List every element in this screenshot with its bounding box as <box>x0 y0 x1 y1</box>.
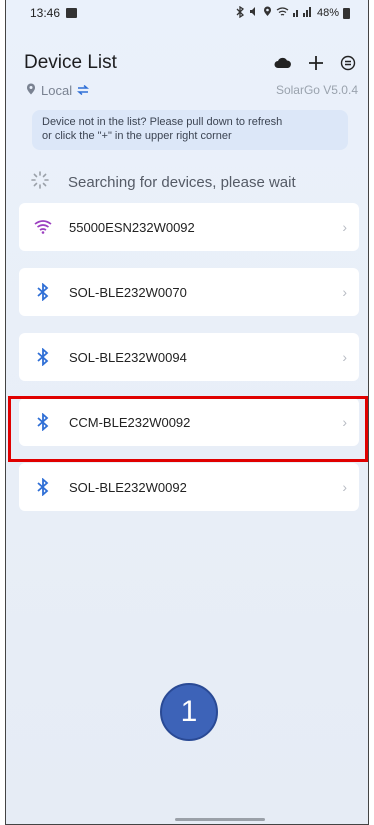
step-number-badge: 1 <box>160 683 218 741</box>
chevron-right-icon: › <box>342 479 347 495</box>
device-item[interactable]: SOL-BLE232W0094 › <box>19 333 359 381</box>
chevron-right-icon: › <box>342 284 347 300</box>
hint-line-2: or click the "+" in the upper right corn… <box>42 130 232 142</box>
device-name: 55000ESN232W0092 <box>69 219 195 235</box>
device-item[interactable]: SOL-BLE232W0070 › <box>19 268 359 316</box>
chevron-right-icon: › <box>342 219 347 235</box>
location-label: Local <box>41 82 73 98</box>
bluetooth-status-icon <box>235 5 245 21</box>
refresh-hint: Device not in the list? Please pull down… <box>32 110 348 150</box>
mute-icon <box>249 6 259 20</box>
status-time: 13:46 <box>30 6 61 20</box>
loading-spinner-icon <box>30 170 50 194</box>
device-name: CCM-BLE232W0092 <box>69 414 191 430</box>
page-title: Device List <box>24 52 117 73</box>
message-icon <box>66 8 78 18</box>
battery-percent: 48% <box>316 7 339 19</box>
searching-text: Searching for devices, please wait <box>68 173 296 191</box>
device-name: SOL-BLE232W0070 <box>69 284 187 300</box>
signal-icon <box>292 6 313 20</box>
battery-icon <box>343 7 350 19</box>
location-status-icon <box>263 6 272 20</box>
app-version: SolarGo V5.0.4 <box>275 83 358 97</box>
bluetooth-icon <box>33 283 53 301</box>
bluetooth-icon <box>33 413 53 431</box>
bluetooth-icon <box>33 348 53 366</box>
add-device-icon[interactable] <box>308 55 324 71</box>
device-item[interactable]: CCM-BLE232W0092 › <box>19 398 359 446</box>
wifi-status-icon <box>276 6 289 20</box>
wifi-icon <box>33 220 53 234</box>
phone-screen: 13:46 48% Device List Local SolarGo V5.0… <box>5 0 369 825</box>
bluetooth-icon <box>33 478 53 496</box>
searching-status: Searching for devices, please wait <box>30 170 296 194</box>
menu-icon[interactable] <box>340 55 356 71</box>
local-selector[interactable]: Local <box>26 82 90 98</box>
status-bar: 13:46 48% <box>6 0 368 26</box>
switch-icon[interactable] <box>77 83 90 98</box>
device-name: SOL-BLE232W0094 <box>69 349 187 365</box>
chevron-right-icon: › <box>342 349 347 365</box>
app-header: Device List <box>6 48 368 78</box>
device-name: SOL-BLE232W0092 <box>69 479 187 495</box>
chevron-right-icon: › <box>342 414 347 430</box>
device-item[interactable]: SOL-BLE232W0092 › <box>19 463 359 511</box>
cloud-icon[interactable] <box>274 57 292 69</box>
hint-line-1: Device not in the list? Please pull down… <box>42 116 283 128</box>
device-list: 55000ESN232W0092 › SOL-BLE232W0070 › SOL… <box>19 203 359 511</box>
location-icon <box>26 83 36 98</box>
home-indicator[interactable] <box>175 818 265 821</box>
subheader: Local SolarGo V5.0.4 <box>6 80 368 100</box>
device-item[interactable]: 55000ESN232W0092 › <box>19 203 359 251</box>
